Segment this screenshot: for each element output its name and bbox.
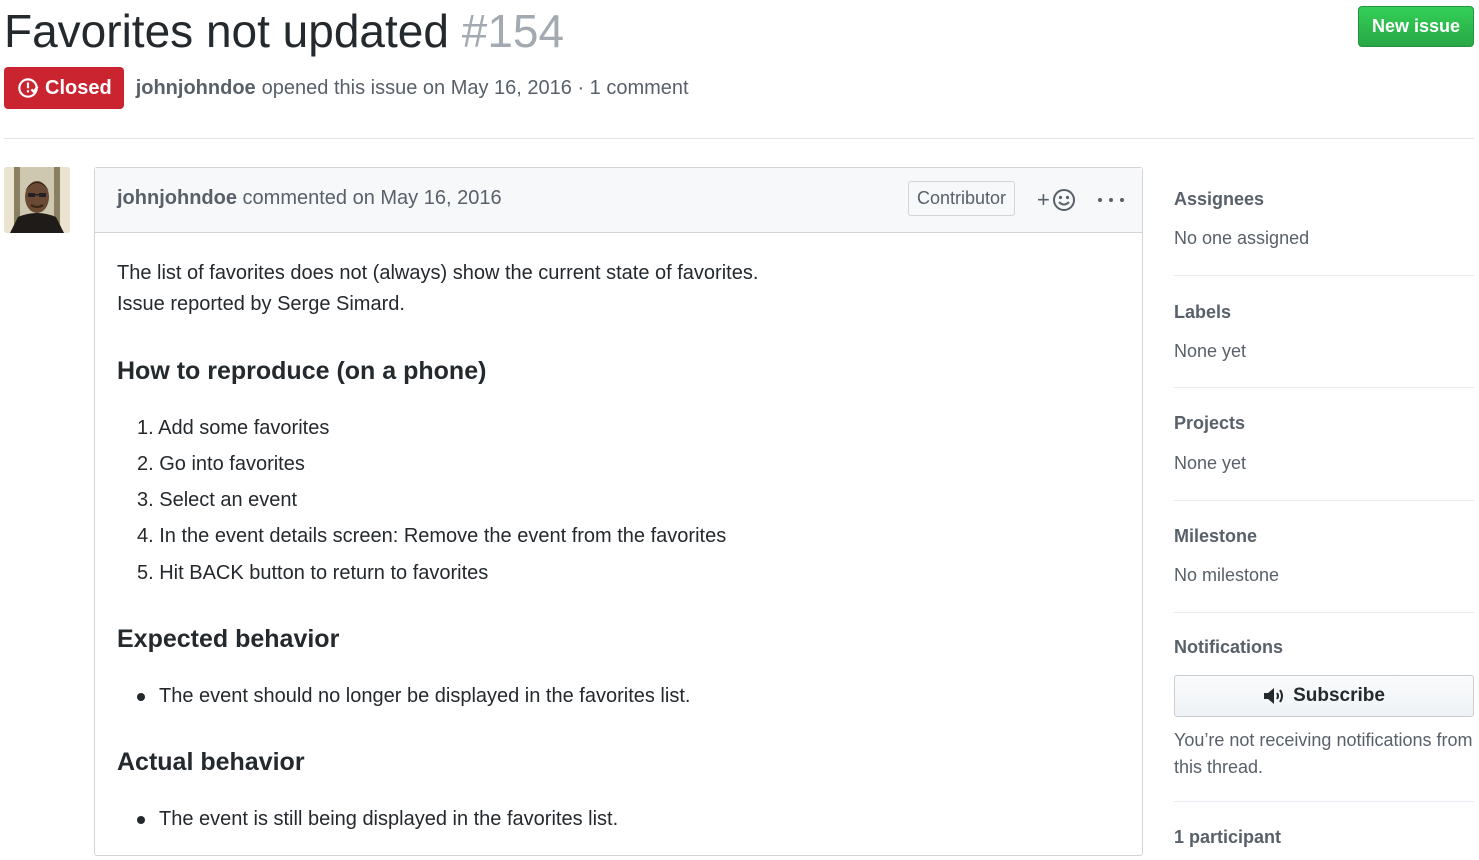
issue-header: Favorites not updated #154 New issue Clo… (4, 0, 1474, 139)
body-line: Issue reported by Serge Simard. (117, 293, 405, 315)
comment-author-link[interactable]: johnjohndoe (117, 187, 237, 209)
list-item: 1. Add some favorites (137, 417, 330, 439)
participants-heading: 1 participant (1174, 827, 1282, 847)
contributor-badge: Contributor (908, 181, 1016, 216)
list-item: 3. Select an event (137, 489, 298, 511)
issue-number: #154 (461, 5, 565, 57)
status-label: Closed (45, 76, 112, 99)
new-issue-button[interactable]: New issue (1358, 6, 1474, 47)
plus-icon: + (1037, 187, 1050, 212)
list-item: 2. Go into favorites (137, 453, 305, 475)
list-item: 4. In the event details screen: Remove t… (137, 525, 727, 547)
issue-author-link[interactable]: johnjohndoe (136, 77, 256, 100)
list-item: The event should no longer be displayed … (137, 681, 690, 711)
list-item-text: The event should no longer be displayed … (159, 685, 691, 707)
sidebar-projects: Projects None yet (1174, 388, 1474, 501)
dot (1098, 198, 1102, 202)
notifications-note: You’re not receiving notifications from … (1174, 730, 1473, 777)
avatar[interactable] (4, 167, 70, 233)
projects-heading[interactable]: Projects (1174, 413, 1245, 434)
dot (1120, 198, 1124, 202)
sidebar-assignees: Assignees No one assigned (1174, 167, 1474, 276)
sidebar-labels: Labels None yet (1174, 276, 1474, 388)
comment-box: johnjohndoe commented on May 16, 2016 Co… (94, 167, 1143, 856)
more-options-icon[interactable] (1098, 188, 1124, 212)
comment-date: commented on May 16, 2016 (242, 187, 502, 209)
subscribe-label: Subscribe (1293, 685, 1385, 706)
smiley-icon (1052, 189, 1075, 211)
heading-actual: Actual behavior (117, 748, 305, 776)
add-reaction-button[interactable]: + (1037, 186, 1083, 214)
body-line: The list of favorites does not (always) … (117, 262, 759, 284)
issue-closed-icon (18, 78, 39, 98)
issue-title: Favorites not updated #154 (4, 2, 564, 60)
dot (1109, 198, 1113, 202)
labels-value: None yet (1174, 341, 1247, 361)
projects-value: None yet (1174, 453, 1247, 473)
comment-meta: johnjohndoe commented on May 16, 2016 (117, 187, 502, 210)
unmute-icon (1264, 688, 1284, 704)
assignees-heading[interactable]: Assignees (1174, 189, 1264, 210)
list-item: The event is still being displayed in th… (137, 804, 618, 834)
labels-heading[interactable]: Labels (1174, 302, 1231, 323)
comment-header: johnjohndoe commented on May 16, 2016 Co… (95, 168, 1142, 233)
issue-meta: Closed johnjohndoe opened this issue on … (4, 67, 689, 109)
sidebar-milestone: Milestone No milestone (1174, 501, 1474, 613)
heading-reproduce: How to reproduce (on a phone) (117, 357, 487, 385)
milestone-value: No milestone (1174, 565, 1280, 585)
subscribe-button[interactable]: Subscribe (1174, 675, 1474, 717)
avatar-image (4, 167, 70, 233)
list-item: 5. Hit BACK button to return to favorite… (137, 562, 489, 584)
comment-paragraph: The list of favorites does not (always) … (117, 258, 758, 320)
milestone-heading[interactable]: Milestone (1174, 526, 1257, 547)
issue-opened-text: opened this issue on May 16, 2016 · 1 co… (261, 76, 689, 99)
list-item-text: The event is still being displayed in th… (159, 808, 619, 830)
assignees-value: No one assigned (1174, 228, 1310, 248)
notifications-heading: Notifications (1174, 637, 1284, 657)
status-badge: Closed (4, 67, 124, 109)
issue-title-text: Favorites not updated (4, 5, 449, 57)
heading-expected: Expected behavior (117, 625, 340, 653)
